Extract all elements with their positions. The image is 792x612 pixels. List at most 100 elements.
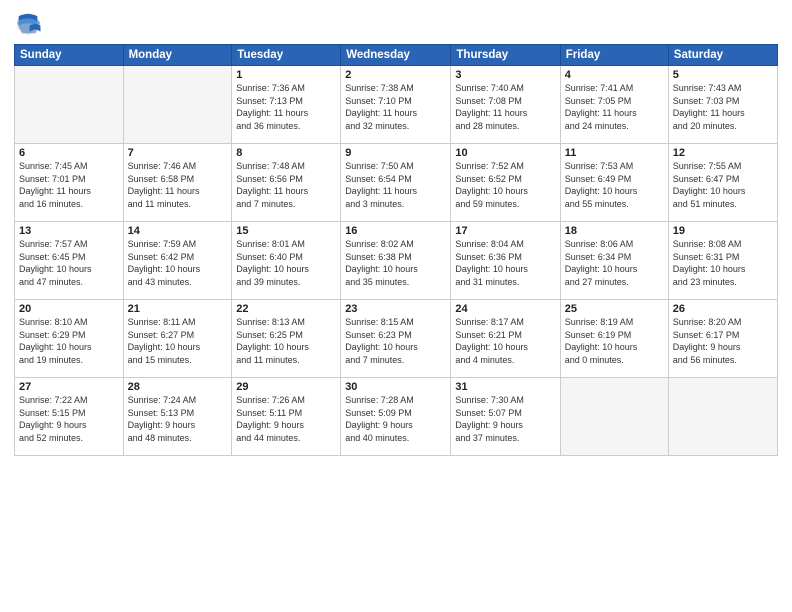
day-info: Sunrise: 7:53 AM Sunset: 6:49 PM Dayligh… (565, 160, 664, 210)
calendar-cell (123, 66, 232, 144)
calendar-cell: 15Sunrise: 8:01 AM Sunset: 6:40 PM Dayli… (232, 222, 341, 300)
day-info: Sunrise: 7:52 AM Sunset: 6:52 PM Dayligh… (455, 160, 555, 210)
calendar-cell: 30Sunrise: 7:28 AM Sunset: 5:09 PM Dayli… (341, 378, 451, 456)
weekday-header-sunday: Sunday (15, 45, 124, 66)
calendar-cell: 11Sunrise: 7:53 AM Sunset: 6:49 PM Dayli… (560, 144, 668, 222)
calendar-cell: 26Sunrise: 8:20 AM Sunset: 6:17 PM Dayli… (668, 300, 777, 378)
calendar-cell: 31Sunrise: 7:30 AM Sunset: 5:07 PM Dayli… (451, 378, 560, 456)
day-number: 17 (455, 225, 555, 237)
day-number: 5 (673, 69, 773, 81)
calendar-cell: 14Sunrise: 7:59 AM Sunset: 6:42 PM Dayli… (123, 222, 232, 300)
day-info: Sunrise: 7:24 AM Sunset: 5:13 PM Dayligh… (128, 394, 228, 444)
day-info: Sunrise: 7:55 AM Sunset: 6:47 PM Dayligh… (673, 160, 773, 210)
day-number: 23 (345, 303, 446, 315)
day-number: 31 (455, 381, 555, 393)
day-info: Sunrise: 7:40 AM Sunset: 7:08 PM Dayligh… (455, 82, 555, 132)
day-info: Sunrise: 8:11 AM Sunset: 6:27 PM Dayligh… (128, 316, 228, 366)
weekday-header-thursday: Thursday (451, 45, 560, 66)
calendar-cell: 3Sunrise: 7:40 AM Sunset: 7:08 PM Daylig… (451, 66, 560, 144)
weekday-header-saturday: Saturday (668, 45, 777, 66)
day-number: 6 (19, 147, 119, 159)
day-info: Sunrise: 7:48 AM Sunset: 6:56 PM Dayligh… (236, 160, 336, 210)
calendar-cell: 13Sunrise: 7:57 AM Sunset: 6:45 PM Dayli… (15, 222, 124, 300)
calendar-cell: 23Sunrise: 8:15 AM Sunset: 6:23 PM Dayli… (341, 300, 451, 378)
calendar-cell: 27Sunrise: 7:22 AM Sunset: 5:15 PM Dayli… (15, 378, 124, 456)
calendar-cell: 16Sunrise: 8:02 AM Sunset: 6:38 PM Dayli… (341, 222, 451, 300)
day-number: 7 (128, 147, 228, 159)
day-info: Sunrise: 7:38 AM Sunset: 7:10 PM Dayligh… (345, 82, 446, 132)
day-number: 14 (128, 225, 228, 237)
day-number: 28 (128, 381, 228, 393)
day-info: Sunrise: 8:06 AM Sunset: 6:34 PM Dayligh… (565, 238, 664, 288)
week-row-3: 13Sunrise: 7:57 AM Sunset: 6:45 PM Dayli… (15, 222, 778, 300)
day-info: Sunrise: 7:30 AM Sunset: 5:07 PM Dayligh… (455, 394, 555, 444)
calendar-cell (668, 378, 777, 456)
calendar-cell (15, 66, 124, 144)
day-number: 21 (128, 303, 228, 315)
day-number: 8 (236, 147, 336, 159)
day-number: 19 (673, 225, 773, 237)
page: SundayMondayTuesdayWednesdayThursdayFrid… (0, 0, 792, 612)
calendar-cell: 24Sunrise: 8:17 AM Sunset: 6:21 PM Dayli… (451, 300, 560, 378)
day-info: Sunrise: 7:57 AM Sunset: 6:45 PM Dayligh… (19, 238, 119, 288)
calendar-cell: 25Sunrise: 8:19 AM Sunset: 6:19 PM Dayli… (560, 300, 668, 378)
calendar-cell (560, 378, 668, 456)
weekday-header-tuesday: Tuesday (232, 45, 341, 66)
weekday-header-friday: Friday (560, 45, 668, 66)
day-info: Sunrise: 7:50 AM Sunset: 6:54 PM Dayligh… (345, 160, 446, 210)
day-info: Sunrise: 7:43 AM Sunset: 7:03 PM Dayligh… (673, 82, 773, 132)
logo (14, 10, 44, 38)
calendar-cell: 18Sunrise: 8:06 AM Sunset: 6:34 PM Dayli… (560, 222, 668, 300)
calendar-cell: 9Sunrise: 7:50 AM Sunset: 6:54 PM Daylig… (341, 144, 451, 222)
weekday-header-monday: Monday (123, 45, 232, 66)
day-info: Sunrise: 7:28 AM Sunset: 5:09 PM Dayligh… (345, 394, 446, 444)
day-info: Sunrise: 7:36 AM Sunset: 7:13 PM Dayligh… (236, 82, 336, 132)
day-number: 9 (345, 147, 446, 159)
day-number: 15 (236, 225, 336, 237)
day-number: 27 (19, 381, 119, 393)
week-row-1: 1Sunrise: 7:36 AM Sunset: 7:13 PM Daylig… (15, 66, 778, 144)
day-number: 25 (565, 303, 664, 315)
weekday-header-row: SundayMondayTuesdayWednesdayThursdayFrid… (15, 45, 778, 66)
logo-icon (14, 10, 42, 38)
header (14, 10, 778, 38)
day-info: Sunrise: 7:41 AM Sunset: 7:05 PM Dayligh… (565, 82, 664, 132)
day-info: Sunrise: 8:15 AM Sunset: 6:23 PM Dayligh… (345, 316, 446, 366)
day-info: Sunrise: 8:04 AM Sunset: 6:36 PM Dayligh… (455, 238, 555, 288)
calendar-cell: 2Sunrise: 7:38 AM Sunset: 7:10 PM Daylig… (341, 66, 451, 144)
day-number: 20 (19, 303, 119, 315)
day-info: Sunrise: 8:08 AM Sunset: 6:31 PM Dayligh… (673, 238, 773, 288)
day-number: 4 (565, 69, 664, 81)
calendar-cell: 10Sunrise: 7:52 AM Sunset: 6:52 PM Dayli… (451, 144, 560, 222)
day-info: Sunrise: 7:46 AM Sunset: 6:58 PM Dayligh… (128, 160, 228, 210)
calendar-cell: 12Sunrise: 7:55 AM Sunset: 6:47 PM Dayli… (668, 144, 777, 222)
calendar-cell: 20Sunrise: 8:10 AM Sunset: 6:29 PM Dayli… (15, 300, 124, 378)
week-row-2: 6Sunrise: 7:45 AM Sunset: 7:01 PM Daylig… (15, 144, 778, 222)
week-row-5: 27Sunrise: 7:22 AM Sunset: 5:15 PM Dayli… (15, 378, 778, 456)
weekday-header-wednesday: Wednesday (341, 45, 451, 66)
day-number: 24 (455, 303, 555, 315)
day-number: 18 (565, 225, 664, 237)
day-info: Sunrise: 7:59 AM Sunset: 6:42 PM Dayligh… (128, 238, 228, 288)
calendar-cell: 8Sunrise: 7:48 AM Sunset: 6:56 PM Daylig… (232, 144, 341, 222)
day-number: 10 (455, 147, 555, 159)
calendar-cell: 4Sunrise: 7:41 AM Sunset: 7:05 PM Daylig… (560, 66, 668, 144)
day-number: 11 (565, 147, 664, 159)
day-number: 30 (345, 381, 446, 393)
calendar-cell: 5Sunrise: 7:43 AM Sunset: 7:03 PM Daylig… (668, 66, 777, 144)
calendar-cell: 21Sunrise: 8:11 AM Sunset: 6:27 PM Dayli… (123, 300, 232, 378)
week-row-4: 20Sunrise: 8:10 AM Sunset: 6:29 PM Dayli… (15, 300, 778, 378)
day-info: Sunrise: 8:20 AM Sunset: 6:17 PM Dayligh… (673, 316, 773, 366)
day-number: 29 (236, 381, 336, 393)
day-info: Sunrise: 7:26 AM Sunset: 5:11 PM Dayligh… (236, 394, 336, 444)
day-info: Sunrise: 8:19 AM Sunset: 6:19 PM Dayligh… (565, 316, 664, 366)
day-number: 13 (19, 225, 119, 237)
day-info: Sunrise: 8:13 AM Sunset: 6:25 PM Dayligh… (236, 316, 336, 366)
calendar-cell: 1Sunrise: 7:36 AM Sunset: 7:13 PM Daylig… (232, 66, 341, 144)
calendar-cell: 17Sunrise: 8:04 AM Sunset: 6:36 PM Dayli… (451, 222, 560, 300)
day-info: Sunrise: 7:22 AM Sunset: 5:15 PM Dayligh… (19, 394, 119, 444)
day-number: 12 (673, 147, 773, 159)
calendar-cell: 6Sunrise: 7:45 AM Sunset: 7:01 PM Daylig… (15, 144, 124, 222)
day-number: 1 (236, 69, 336, 81)
day-info: Sunrise: 8:17 AM Sunset: 6:21 PM Dayligh… (455, 316, 555, 366)
